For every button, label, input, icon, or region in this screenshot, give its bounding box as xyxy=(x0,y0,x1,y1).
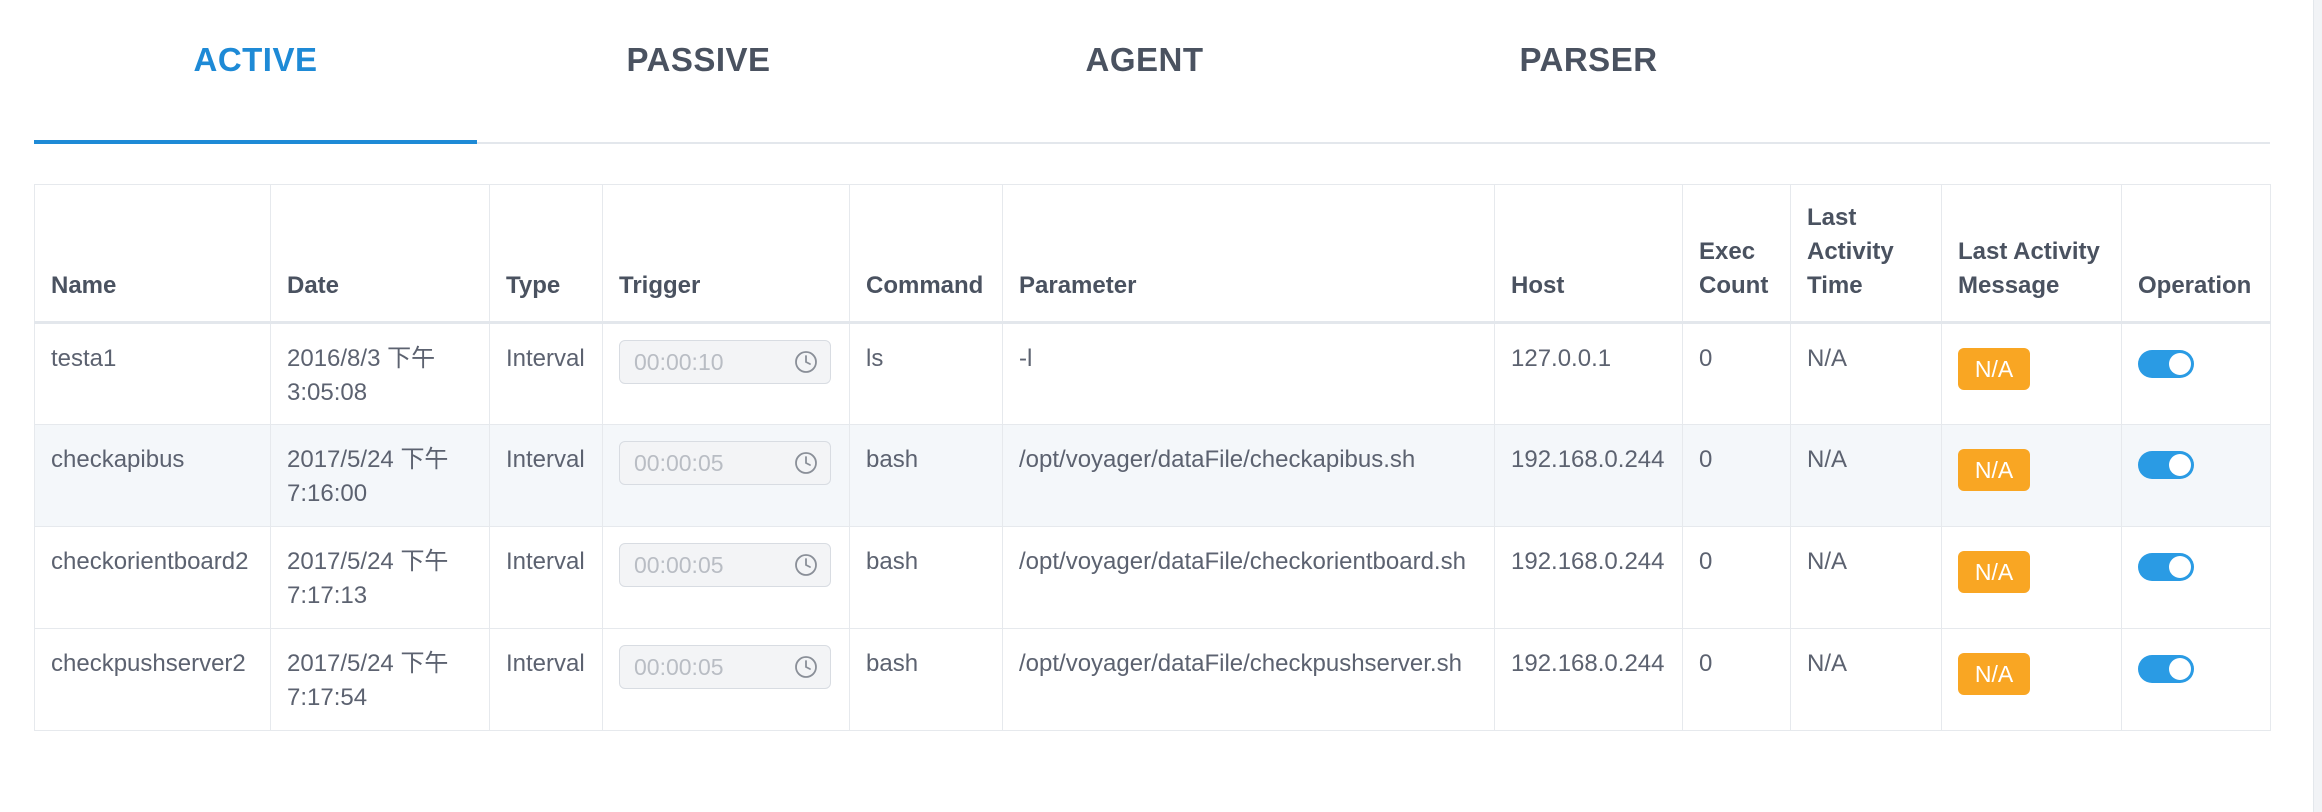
cell-parameter: /opt/voyager/dataFile/checkpushserver.sh xyxy=(1002,628,1495,731)
cell-trigger: 00:00:05 xyxy=(602,628,850,731)
status-badge: N/A xyxy=(1958,449,2030,491)
trigger-time-input[interactable]: 00:00:05 xyxy=(619,645,831,689)
table-row[interactable]: checkpushserver2 2017/5/24 下午 7:17:54 In… xyxy=(34,628,2271,731)
trigger-time-value: 00:00:05 xyxy=(634,552,724,578)
column-header-last-activity-message[interactable]: Last Activity Message xyxy=(1941,184,2122,323)
cell-last-activity-time: N/A xyxy=(1790,424,1942,527)
cell-command: bash xyxy=(849,424,1003,527)
cell-host: 127.0.0.1 xyxy=(1494,322,1683,425)
status-badge: N/A xyxy=(1958,551,2030,593)
cell-host: 192.168.0.244 xyxy=(1494,628,1683,731)
tab-active[interactable]: ACTIVE xyxy=(34,0,477,144)
tasks-table: Name Date Type Trigger Command Parameter… xyxy=(34,184,2271,731)
cell-last-activity-message: N/A xyxy=(1941,628,2122,731)
cell-parameter: /opt/voyager/dataFile/checkapibus.sh xyxy=(1002,424,1495,527)
toggle-knob xyxy=(2169,353,2191,375)
table-row[interactable]: checkorientboard2 2017/5/24 下午 7:17:13 I… xyxy=(34,526,2271,629)
cell-trigger: 00:00:10 xyxy=(602,322,850,425)
cell-last-activity-message: N/A xyxy=(1941,322,2122,425)
tab-parser[interactable]: PARSER xyxy=(1367,0,1810,142)
cell-trigger: 00:00:05 xyxy=(602,424,850,527)
cell-type: Interval xyxy=(489,526,603,629)
cell-command: ls xyxy=(849,322,1003,425)
toggle-knob xyxy=(2169,454,2191,476)
table-row[interactable]: checkapibus 2017/5/24 下午 7:16:00 Interva… xyxy=(34,424,2271,527)
cell-date: 2017/5/24 下午 7:17:54 xyxy=(270,628,490,731)
trigger-time-value: 00:00:05 xyxy=(634,450,724,476)
clock-icon xyxy=(795,554,817,576)
column-header-trigger[interactable]: Trigger xyxy=(602,184,850,323)
table-header: Name Date Type Trigger Command Parameter… xyxy=(34,184,2271,323)
cell-command: bash xyxy=(849,526,1003,629)
cell-parameter: /opt/voyager/dataFile/checkorientboard.s… xyxy=(1002,526,1495,629)
column-header-parameter[interactable]: Parameter xyxy=(1002,184,1495,323)
enable-toggle[interactable] xyxy=(2138,451,2194,479)
cell-last-activity-message: N/A xyxy=(1941,424,2122,527)
cell-type: Interval xyxy=(489,322,603,425)
cell-operation xyxy=(2121,322,2271,425)
cell-operation xyxy=(2121,526,2271,629)
cell-name: checkpushserver2 xyxy=(34,628,271,731)
trigger-time-value: 00:00:10 xyxy=(634,349,724,375)
tab-agent[interactable]: AGENT xyxy=(923,0,1366,142)
scrollbar-track[interactable] xyxy=(2313,0,2322,812)
enable-toggle[interactable] xyxy=(2138,553,2194,581)
cell-exec-count: 0 xyxy=(1682,424,1791,527)
column-header-name[interactable]: Name xyxy=(34,184,271,323)
cell-trigger: 00:00:05 xyxy=(602,526,850,629)
clock-icon xyxy=(795,452,817,474)
column-header-operation: Operation xyxy=(2121,184,2271,323)
tab-bar: ACTIVE PASSIVE AGENT PARSER xyxy=(34,0,2270,144)
table-row[interactable]: testa1 2016/8/3 下午 3:05:08 Interval 00:0… xyxy=(34,322,2271,425)
tasks-table-container: Name Date Type Trigger Command Parameter… xyxy=(34,184,2271,731)
toggle-knob xyxy=(2169,556,2191,578)
cell-name: testa1 xyxy=(34,322,271,425)
column-header-date[interactable]: Date xyxy=(270,184,490,323)
trigger-time-input[interactable]: 00:00:10 xyxy=(619,340,831,384)
cell-type: Interval xyxy=(489,424,603,527)
clock-icon xyxy=(795,656,817,678)
trigger-time-value: 00:00:05 xyxy=(634,654,724,680)
clock-icon xyxy=(795,351,817,373)
cell-operation xyxy=(2121,424,2271,527)
cell-name: checkorientboard2 xyxy=(34,526,271,629)
cell-exec-count: 0 xyxy=(1682,628,1791,731)
tab-passive[interactable]: PASSIVE xyxy=(477,0,920,142)
trigger-time-input[interactable]: 00:00:05 xyxy=(619,441,831,485)
cell-date: 2017/5/24 下午 7:17:13 xyxy=(270,526,490,629)
cell-last-activity-time: N/A xyxy=(1790,628,1942,731)
enable-toggle[interactable] xyxy=(2138,350,2194,378)
cell-name: checkapibus xyxy=(34,424,271,527)
toggle-knob xyxy=(2169,658,2191,680)
column-header-exec-count[interactable]: Exec Count xyxy=(1682,184,1791,323)
cell-exec-count: 0 xyxy=(1682,322,1791,425)
cell-last-activity-time: N/A xyxy=(1790,322,1942,425)
cell-last-activity-message: N/A xyxy=(1941,526,2122,629)
enable-toggle[interactable] xyxy=(2138,655,2194,683)
cell-exec-count: 0 xyxy=(1682,526,1791,629)
status-badge: N/A xyxy=(1958,653,2030,695)
column-header-last-activity-time[interactable]: Last Activity Time xyxy=(1790,184,1942,323)
cell-host: 192.168.0.244 xyxy=(1494,526,1683,629)
cell-last-activity-time: N/A xyxy=(1790,526,1942,629)
cell-host: 192.168.0.244 xyxy=(1494,424,1683,527)
trigger-time-input[interactable]: 00:00:05 xyxy=(619,543,831,587)
cell-date: 2016/8/3 下午 3:05:08 xyxy=(270,322,490,425)
column-header-type[interactable]: Type xyxy=(489,184,603,323)
cell-parameter: -l xyxy=(1002,322,1495,425)
cell-operation xyxy=(2121,628,2271,731)
status-badge: N/A xyxy=(1958,348,2030,390)
cell-type: Interval xyxy=(489,628,603,731)
cell-command: bash xyxy=(849,628,1003,731)
cell-date: 2017/5/24 下午 7:16:00 xyxy=(270,424,490,527)
column-header-host[interactable]: Host xyxy=(1494,184,1683,323)
column-header-command[interactable]: Command xyxy=(849,184,1003,323)
